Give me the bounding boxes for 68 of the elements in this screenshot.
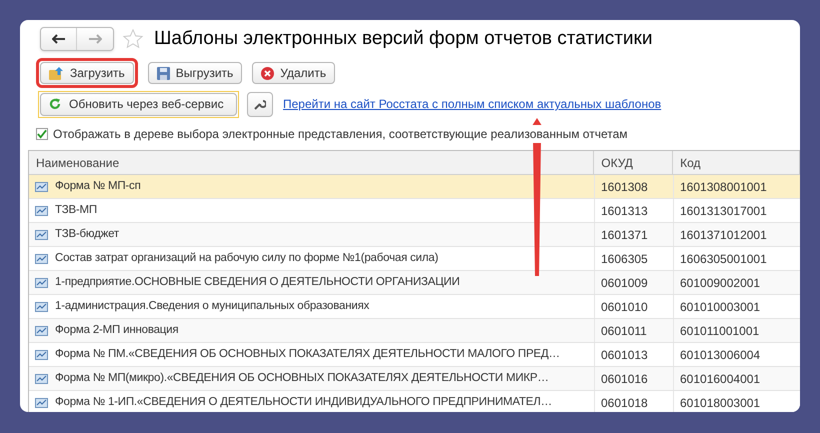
table-cell-text: 0601018 [601, 394, 648, 412]
form-icon [35, 350, 48, 360]
table-row[interactable]: Состав затрат организаций на рабочую силу по форме №1(рабочая сила) 1606305 1606305001001 [29, 247, 800, 271]
form-icon [35, 254, 48, 264]
toolbar-button[interactable]: Удалить [252, 62, 336, 84]
table-cell-text: 601018003001 [680, 394, 760, 412]
table-cell-text: 0601010 [601, 298, 648, 316]
delete-icon [261, 66, 274, 80]
form-icon [35, 302, 48, 312]
table-cell-text: 0601013 [601, 346, 648, 364]
form-icon [35, 230, 48, 240]
table-cell-text: 1601308001001 [680, 178, 767, 196]
toolbar-button[interactable]: Загрузить [40, 62, 134, 84]
table-row[interactable]: Форма № МП(микро).«СВЕДЕНИЯ ОБ ОСНОВНЫХ ПОКАЗАТЕЛЯХ ДЕЯТЕЛЬНОСТИ МИКР… 0601016 601016004001 [29, 367, 800, 391]
star-icon[interactable] [122, 28, 144, 50]
table-cell-text: 1606305001001 [680, 250, 767, 268]
folder-upload-icon [49, 66, 64, 80]
form-icon [35, 326, 48, 336]
table-cell-text: ТЗВ-бюджет [55, 226, 119, 242]
table-cell-text: Форма № МП-сп [55, 178, 141, 194]
table-row[interactable]: ТЗВ-МП 1601313 1601313017001 [29, 199, 800, 223]
table-cell-text: 0601016 [601, 370, 648, 388]
table-cell-text: 0601011 [601, 322, 647, 340]
table-row[interactable]: 1-администрация.Сведения о муниципальных образованиях 0601010 601010003001 [29, 295, 800, 319]
form-icon [35, 182, 48, 192]
table-cell-text: 1601313017001 [680, 202, 767, 220]
table-cell-text: Форма № МП(микро).«СВЕДЕНИЯ ОБ ОСНОВНЫХ ПОКАЗАТЕЛЯХ ДЕЯТЕЛЬНОСТИ МИКР… [55, 370, 549, 386]
table-cell-text: 601011001001 [680, 322, 760, 340]
table-cell-text: Форма № 1-ИП.«СВЕДЕНИЯ О ДЕЯТЕЛЬНОСТИ ИНДИВИДУАЛЬНОГО ПРЕДПРИНИМАТЕЛ… [55, 394, 552, 410]
table-cell-text: Форма 2-МП инновация [55, 322, 178, 338]
table-cell-text: Форма № ПМ.«СВЕДЕНИЯ ОБ ОСНОВНЫХ ПОКАЗАТЕЛЯХ ДЕЯТЕЛЬНОСТИ МАЛОГО ПРЕД… [55, 346, 560, 362]
table-cell-text: 601016004001 [680, 370, 760, 388]
table-cell-text: 601009002001 [680, 274, 760, 292]
table-cell-text: 1606305 [601, 250, 648, 268]
table-cell-text: 1601371 [601, 226, 648, 244]
form-icon [35, 374, 48, 384]
refresh-icon [49, 98, 61, 110]
update-button[interactable]: Обновить через веб-сервис [40, 92, 237, 116]
table-row[interactable]: Форма 2-МП инновация 0601011 601011001001 [29, 319, 800, 343]
table-cell-text: 1601308 [601, 178, 648, 196]
table-cell-text: 1601371012001 [680, 226, 767, 244]
check-icon [37, 129, 47, 139]
table-cell-text: Состав затрат организаций на рабочую силу по форме №1(рабочая сила) [55, 250, 438, 266]
form-icon [35, 278, 48, 288]
form-icon [35, 206, 48, 216]
checkbox[interactable] [36, 128, 48, 140]
window-title: Шаблоны электронных версий форм отчетов статистики [154, 26, 652, 51]
table-row[interactable]: Форма № МП-сп 1601308 1601308001001 [29, 175, 800, 199]
settings-button[interactable] [247, 92, 273, 116]
table-row[interactable]: Форма № ПМ.«СВЕДЕНИЯ ОБ ОСНОВНЫХ ПОКАЗАТЕЛЯХ ДЕЯТЕЛЬНОСТИ МАЛОГО ПРЕД… 0601013 601013006004 [29, 343, 800, 367]
table-cell-text: 1-предприятие.ОСНОВНЫЕ СВЕДЕНИЯ О ДЕЯТЕЛЬНОСТИ ОРГАНИЗАЦИИ [55, 274, 460, 290]
table-row[interactable]: 1-предприятие.ОСНОВНЫЕ СВЕДЕНИЯ О ДЕЯТЕЛЬНОСТИ ОРГАНИЗАЦИИ 0601009 601009002001 [29, 271, 800, 295]
table-row[interactable]: ТЗВ-бюджет 1601371 1601371012001 [29, 223, 800, 247]
table-cell-text: 0601009 [601, 274, 648, 292]
right-arrow-icon [88, 34, 102, 44]
left-arrow-icon [52, 34, 66, 44]
table-cell-text: 601010003001 [680, 298, 760, 316]
table-cell-text: 1-администрация.Сведения о муниципальных образованиях [55, 298, 370, 314]
checkbox-label: Отображать в дереве выбора электронные представления, соответствующие реализованным отчетам [53, 125, 628, 143]
table-cell-text: 1601313 [601, 202, 648, 220]
wrench-icon [254, 98, 266, 110]
table-cell-text: ТЗВ-МП [55, 202, 97, 218]
rosstat-link[interactable]: Перейти на сайт Росстата с полным списком актуальных шаблонов [283, 95, 662, 113]
column-header[interactable]: Код [673, 151, 800, 174]
toolbar-button[interactable]: Выгрузить [148, 62, 242, 84]
column-header[interactable]: ОКУД [594, 151, 674, 174]
table-cell-text: 601013006004 [680, 346, 760, 364]
form-icon [35, 398, 48, 408]
